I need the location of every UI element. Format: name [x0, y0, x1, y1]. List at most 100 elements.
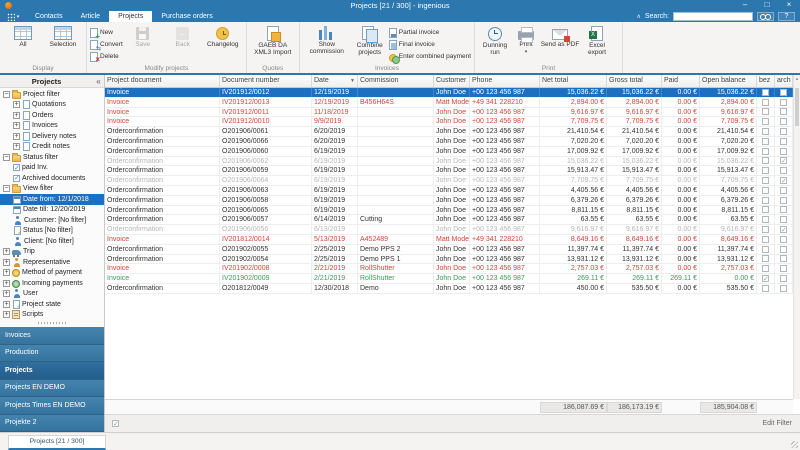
edit-filter-link[interactable]: Edit Filter — [762, 420, 800, 427]
arch-checkbox[interactable] — [780, 265, 787, 273]
combine-projects-button[interactable]: Combine projects — [351, 24, 389, 56]
table-row[interactable]: Invoice IV201912/0010 9/9/2019 John Doe +00 … — [105, 117, 793, 128]
tree-item-archived-documents[interactable]: Archived documents — [0, 173, 104, 184]
tree-item-date-till-12-20-2019[interactable]: Date till: 12/20/2019 — [0, 205, 104, 216]
tree-expand-icon[interactable]: + — [13, 101, 20, 109]
table-row[interactable]: Orderconfirmation O201906/0063 6/19/2019 Jo… — [105, 185, 793, 196]
print-button[interactable]: Print ▾ — [512, 24, 540, 55]
tree-checkbox[interactable] — [13, 164, 20, 172]
table-row[interactable]: Orderconfirmation O201906/0061 6/20/2019 Jo… — [105, 127, 793, 137]
bez-checkbox[interactable] — [762, 284, 769, 292]
filter-active-checkbox[interactable] — [112, 420, 119, 428]
panel-splitter-grip[interactable] — [0, 320, 104, 325]
table-row[interactable]: Orderconfirmation O201812/0049 12/30/2018 D… — [105, 283, 793, 294]
tab-contacts[interactable]: Contacts — [26, 11, 72, 22]
nav-panel-projects[interactable]: Projects — [0, 362, 104, 380]
bez-checkbox[interactable] — [762, 265, 769, 273]
tree-expand-icon[interactable]: + — [3, 279, 10, 287]
bez-checkbox[interactable] — [762, 255, 769, 263]
arch-checkbox[interactable] — [780, 98, 787, 106]
help-button[interactable]: ? — [778, 12, 795, 21]
tree-item-paid-inv[interactable]: paid Inv. — [0, 163, 104, 174]
arch-checkbox[interactable] — [780, 157, 787, 165]
table-row[interactable]: Orderconfirmation O201906/0064 6/19/2019 Jo… — [105, 176, 793, 186]
nav-panel-projekte-2[interactable]: Projekte 2 — [0, 414, 104, 432]
delete-button[interactable]: Delete — [90, 51, 123, 64]
arch-checkbox[interactable] — [780, 108, 787, 116]
bez-checkbox[interactable] — [762, 186, 769, 194]
back-button[interactable]: Back — [163, 24, 203, 48]
tree-item-customer-no-filter[interactable]: Customer: [No filter] — [0, 215, 104, 226]
table-row[interactable]: Orderconfirmation O201906/0058 6/19/2019 Jo… — [105, 195, 793, 206]
bez-checkbox[interactable] — [762, 226, 769, 234]
tree-item-status-filter[interactable]: − Status filter — [0, 152, 104, 163]
column-header-arch[interactable]: arch — [775, 75, 793, 87]
excel-export-button[interactable]: Excel export — [580, 24, 614, 56]
tree-item-project-state[interactable]: + Project state — [0, 299, 104, 310]
table-row[interactable]: Invoice IV201912/0013 12/19/2019 B456H64S Ma… — [105, 97, 793, 108]
bez-checkbox[interactable] — [762, 118, 769, 126]
tree-item-status-no-filter[interactable]: Status [No filter] — [0, 226, 104, 236]
search-input[interactable] — [673, 12, 753, 21]
nav-panel-projects-en-demo[interactable]: Projects EN DEMO — [0, 379, 104, 397]
tree-expand-icon[interactable]: + — [13, 132, 20, 140]
table-row[interactable]: Invoice IV201912/0012 12/19/2019 John Doe +0… — [105, 88, 793, 98]
tree-item-client-no-filter[interactable]: Client: [No filter] — [0, 236, 104, 247]
tree-expand-icon[interactable]: + — [3, 269, 10, 277]
selection-button[interactable]: Selection — [43, 24, 83, 48]
table-row[interactable]: Orderconfirmation O201906/0059 6/19/2019 Jo… — [105, 166, 793, 177]
tree-expand-icon[interactable]: − — [3, 153, 10, 161]
tab-projects[interactable]: Projects — [109, 11, 153, 22]
tree-item-incoming-payments[interactable]: + Incoming payments — [0, 278, 104, 289]
final-invoice-button[interactable]: Final invoice — [388, 39, 471, 50]
bez-checkbox[interactable] — [762, 177, 769, 185]
ribbon-collapse-chevron-icon[interactable]: ∧ — [636, 13, 640, 20]
bez-checkbox[interactable] — [762, 108, 769, 116]
all-button[interactable]: All — [3, 24, 43, 48]
arch-checkbox[interactable] — [780, 284, 787, 292]
minimize-button[interactable]: – — [734, 0, 756, 11]
column-header-net-total[interactable]: Net total — [540, 75, 607, 87]
tree-expand-icon[interactable]: + — [3, 248, 10, 256]
arch-checkbox[interactable] — [780, 137, 787, 145]
tree-item-project-filter[interactable]: − Project filter — [0, 89, 104, 100]
send-as-pdf-button[interactable]: Send as PDF — [540, 24, 580, 48]
column-header-commission[interactable]: Commission — [358, 75, 434, 87]
sidebar-collapse-icon[interactable]: « — [93, 77, 104, 86]
scroll-up-arrow-icon[interactable]: ▲ — [794, 75, 800, 83]
column-header-open-balance[interactable]: Open balance — [700, 75, 757, 87]
find-button[interactable] — [757, 12, 774, 21]
bez-checkbox[interactable] — [762, 157, 769, 165]
nav-panel-projects-times-en-demo[interactable]: Projects Times EN DEMO — [0, 397, 104, 415]
table-row[interactable]: Orderconfirmation O201906/0057 6/14/2019 Cu… — [105, 215, 793, 226]
close-button[interactable]: × — [778, 0, 800, 11]
table-row[interactable]: Orderconfirmation O201906/0065 6/19/2019 Jo… — [105, 205, 793, 216]
vertical-scrollbar[interactable]: ▲ — [793, 75, 800, 399]
arch-checkbox[interactable] — [780, 196, 787, 204]
tab-purchase-orders[interactable]: Purchase orders — [152, 11, 221, 22]
bez-checkbox[interactable] — [762, 216, 769, 224]
column-header-paid[interactable]: Paid — [662, 75, 700, 87]
arch-checkbox[interactable] — [780, 186, 787, 194]
tree-expand-icon[interactable]: + — [3, 258, 10, 266]
arch-checkbox[interactable] — [780, 88, 787, 96]
partial-invoice-button[interactable]: Partial invoice — [388, 27, 471, 38]
combined-payment-button[interactable]: Enter combined payment — [388, 51, 471, 64]
arch-checkbox[interactable] — [780, 226, 787, 234]
bez-checkbox[interactable] — [762, 275, 769, 283]
table-row[interactable]: Orderconfirmation O201902/0055 2/25/2019 De… — [105, 244, 793, 255]
table-row[interactable]: Orderconfirmation O201906/0062 6/19/2019 Jo… — [105, 156, 793, 167]
show-commission-button[interactable]: Show commission — [303, 24, 351, 55]
arch-checkbox[interactable] — [780, 216, 787, 224]
dunning-run-button[interactable]: Dunning run — [478, 24, 512, 56]
arch-checkbox[interactable] — [780, 167, 787, 175]
table-row[interactable]: Invoice IV201902/0009 2/21/2019 RollShutter… — [105, 274, 793, 284]
bez-checkbox[interactable] — [762, 147, 769, 155]
tree-expand-icon[interactable]: + — [13, 122, 20, 130]
tree-expand-icon[interactable]: + — [13, 143, 20, 151]
new-button[interactable]: New — [90, 27, 123, 41]
maximize-button[interactable]: □ — [756, 0, 778, 11]
tree-expand-icon[interactable]: + — [13, 111, 20, 119]
nav-panel-production[interactable]: Production — [0, 344, 104, 362]
table-row[interactable]: Invoice IV201902/0008 2/21/2019 RollShutter… — [105, 264, 793, 275]
